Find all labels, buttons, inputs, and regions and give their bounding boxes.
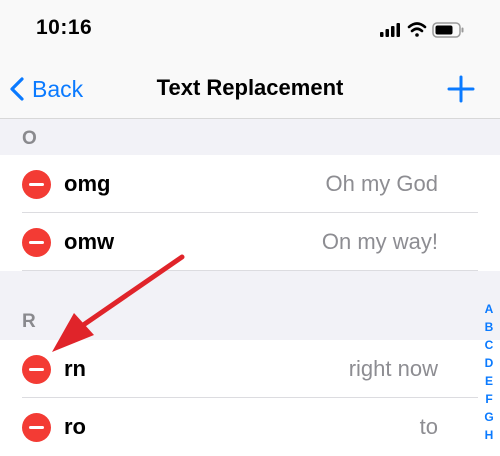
- plus-icon: [447, 75, 475, 103]
- index-letter-h[interactable]: H: [485, 426, 494, 444]
- phrase-text: Oh my God: [325, 171, 438, 196]
- index-letter-c[interactable]: C: [485, 336, 494, 354]
- delete-minus-button[interactable]: [22, 355, 51, 384]
- status-icons: [380, 20, 470, 40]
- list-item[interactable]: omg Oh my God: [0, 155, 500, 213]
- index-letter-b[interactable]: B: [485, 318, 494, 336]
- shortcut-text: rn: [64, 356, 86, 381]
- page-title: Text Replacement: [156, 75, 344, 100]
- delete-minus-button[interactable]: [22, 413, 51, 442]
- section-letter: O: [22, 128, 37, 149]
- shortcut-text: omg: [64, 171, 111, 196]
- section-header-o: O: [0, 119, 500, 155]
- index-letter-f[interactable]: F: [485, 390, 492, 408]
- index-letter-e[interactable]: E: [485, 372, 493, 390]
- signal-icon: [380, 23, 400, 37]
- delete-minus-button[interactable]: [22, 228, 51, 257]
- list-item[interactable]: rn right now: [0, 340, 500, 398]
- index-letter-d[interactable]: D: [485, 354, 494, 372]
- add-button[interactable]: [446, 74, 476, 104]
- phrase-text: right now: [348, 356, 438, 381]
- navigation-bar: Back Text Replacement: [0, 60, 500, 119]
- shortcut-text: omw: [64, 229, 115, 254]
- shortcut-text: ro: [64, 414, 86, 439]
- section-letter: R: [22, 311, 36, 332]
- wifi-icon: [407, 22, 427, 37]
- phrase-text: to: [419, 414, 438, 439]
- battery-icon: [432, 22, 464, 38]
- section-index[interactable]: A B C D E F G H: [478, 300, 500, 444]
- delete-minus-button[interactable]: [22, 170, 51, 199]
- section-header-r: R: [0, 271, 500, 340]
- index-letter-g[interactable]: G: [484, 408, 493, 426]
- index-letter-a[interactable]: A: [485, 300, 494, 318]
- list-item[interactable]: omw On my way!: [0, 213, 500, 271]
- status-time: 10:16: [36, 16, 93, 39]
- status-bar: 10:16: [0, 0, 500, 60]
- phrase-text: On my way!: [321, 229, 438, 254]
- list-item[interactable]: ro to: [0, 398, 500, 456]
